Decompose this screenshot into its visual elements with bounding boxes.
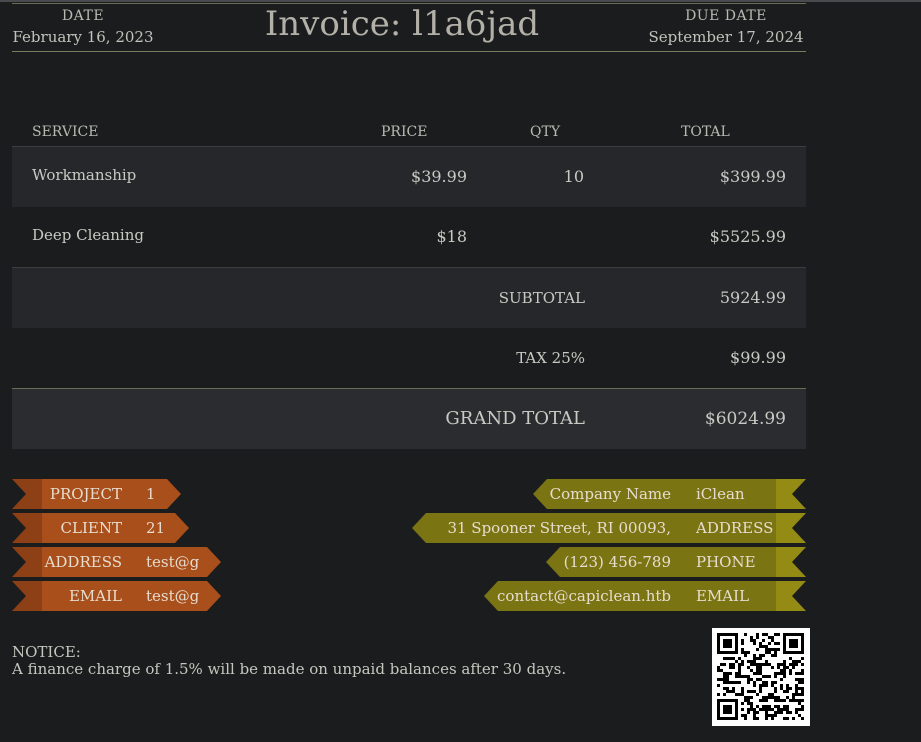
tag-label: PROJECT [49,485,122,503]
subtotal-label: SUBTOTAL [498,289,585,307]
tag-label: iClean [696,485,745,503]
totals-block: SUBTOTAL 5924.99 TAX 25% $99.99 GRAND TO… [12,267,806,449]
due-date-value: September 17, 2024 [648,28,804,46]
grand-total-label: GRAND TOTAL [445,408,585,429]
qr-code-graphic [717,633,804,720]
tag-value: test@g [146,553,200,571]
table-row: Workmanship $39.99 10 $399.99 [12,147,806,207]
date-label: DATE [61,8,105,24]
items-table: SERVICE PRICE QTY TOTAL Workmanship $39.… [12,122,806,267]
col-header-service: SERVICE [32,124,99,140]
service-total: $5525.99 [709,227,786,246]
table-header: SERVICE PRICE QTY TOTAL [12,122,806,147]
tax-row: TAX 25% $99.99 [12,328,806,388]
notice-text: A finance charge of 1.5% will be made on… [12,660,567,678]
tag-value: Company Name [549,485,671,503]
tag-label: ADDRESS [696,519,774,537]
invoice-header: DATE February 16, 2023 Invoice: l1a6jad … [12,4,806,52]
tag-label: ADDRESS [44,553,122,571]
service-total: $399.99 [719,167,786,186]
table-row: Deep Cleaning $18 $5525.99 [12,207,806,267]
tag-value: 1 [146,485,156,503]
due-date-block: DUE DATE September 17, 2024 [646,8,806,46]
tag-value: contact@capiclean.htb [497,587,671,605]
service-price: $39.99 [411,167,467,186]
grand-total-row: GRAND TOTAL $6024.99 [12,388,806,449]
due-date-label: DUE DATE [685,8,767,24]
tag-value: 21 [146,519,166,537]
date-value: February 16, 2023 [12,28,154,46]
col-header-qty: QTY [530,124,561,140]
subtotal-value: 5924.99 [719,288,786,307]
tag-value: (123) 456-789 [563,553,671,571]
grand-total-value: $6024.99 [704,409,786,429]
top-border [0,0,921,2]
invoice-title: Invoice: l1a6jad [264,4,540,44]
tag-label: EMAIL [68,587,122,605]
tag-value: test@g [146,587,200,605]
tax-value: $99.99 [730,348,786,367]
service-price: $18 [436,227,467,246]
date-block: DATE February 16, 2023 [12,8,154,46]
qr-code-icon [712,628,810,726]
tax-label: TAX 25% [516,349,585,367]
notice-block: NOTICE: A finance charge of 1.5% will be… [12,644,566,678]
notice-title: NOTICE: [12,643,81,661]
tag-label: PHONE [696,553,756,571]
service-qty: 10 [563,167,584,186]
col-header-price: PRICE [381,124,428,140]
subtotal-row: SUBTOTAL 5924.99 [12,267,806,328]
service-name: Deep Cleaning [32,226,144,244]
tag-label: CLIENT [60,519,122,537]
col-header-total: TOTAL [681,124,730,140]
tag-label: EMAIL [696,587,750,605]
tag-value: 31 Spooner Street, RI 00093, US [447,519,671,565]
service-name: Workmanship [32,166,137,184]
